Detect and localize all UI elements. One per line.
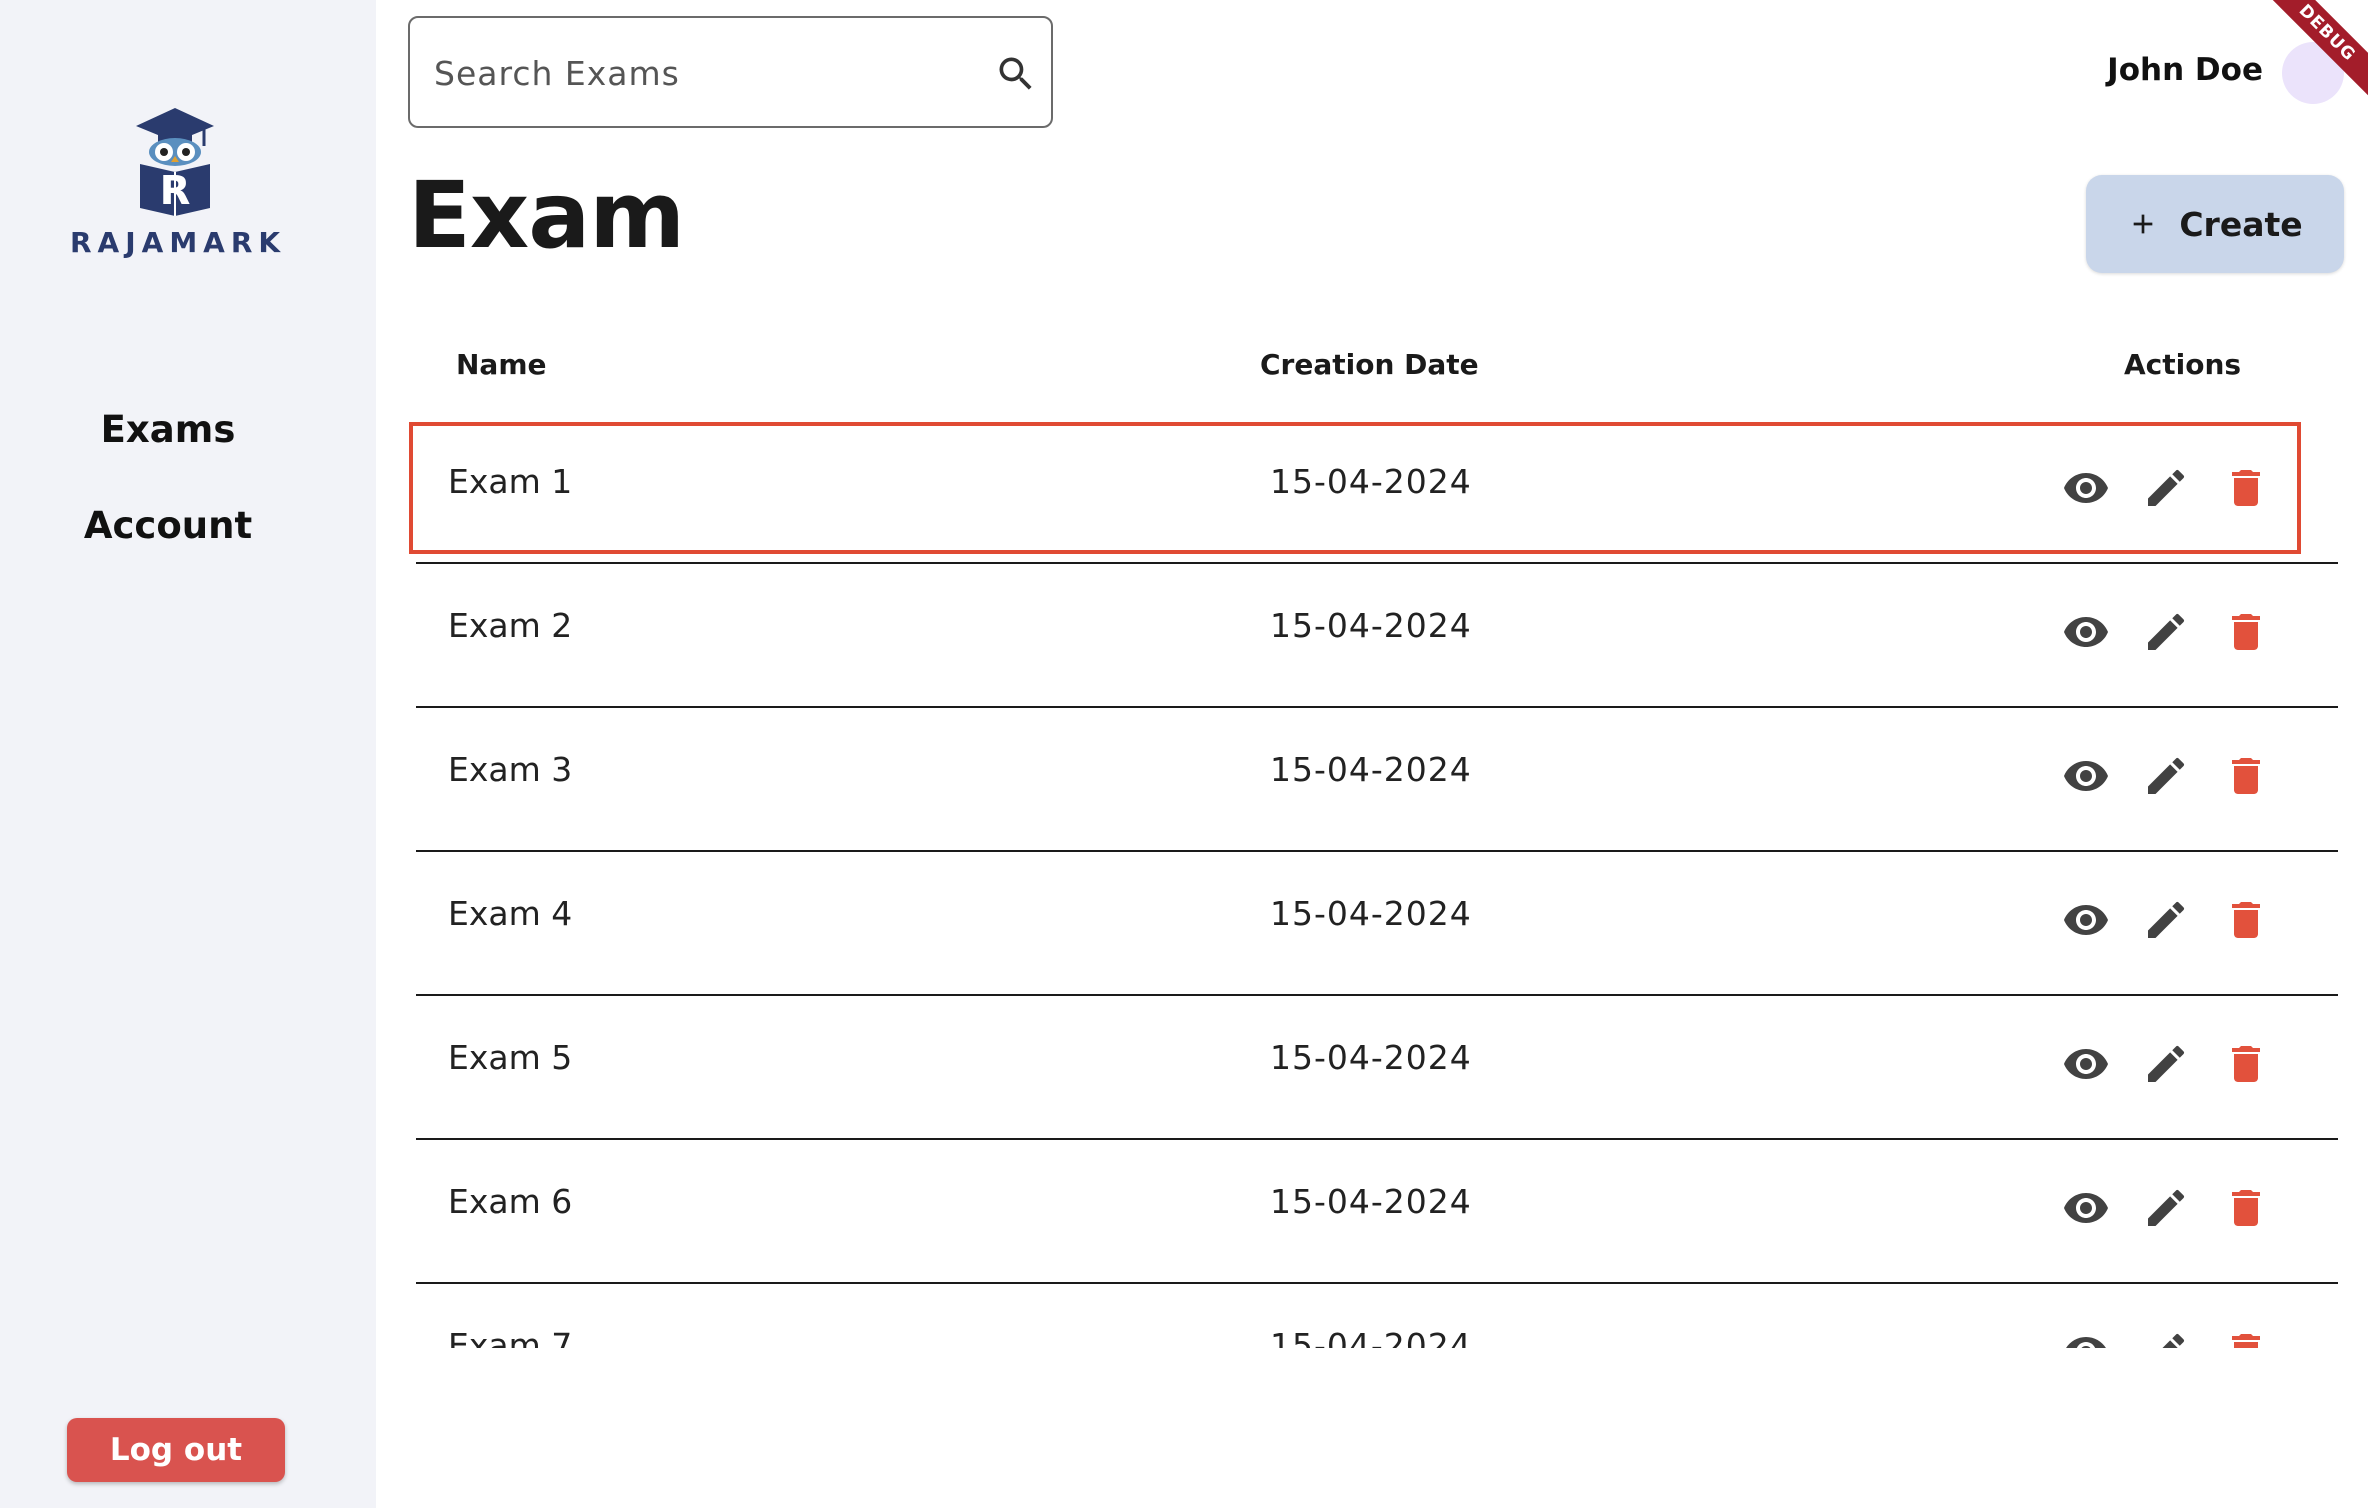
trash-icon[interactable] [2222,608,2270,656]
column-header-name: Name [456,348,547,381]
pencil-icon[interactable] [2142,1040,2190,1088]
brand-name: RAJAMARK [70,226,287,259]
creation-date: 15-04-2024 [1270,1182,1472,1221]
table-row[interactable]: Exam 3 15-04-2024 [408,708,2338,852]
pencil-icon[interactable] [2142,1328,2190,1348]
owl-graduate-icon: R [136,108,214,216]
create-button-label: Create [2179,204,2303,244]
sidebar-item-exams[interactable]: Exams [0,408,336,451]
exam-name: Exam 1 [448,462,573,501]
creation-date: 15-04-2024 [1270,894,1472,933]
table-row[interactable]: Exam 4 15-04-2024 [408,852,2338,996]
pencil-icon[interactable] [2142,608,2190,656]
creation-date: 15-04-2024 [1270,462,1472,501]
exam-name: Exam 5 [448,1038,573,1077]
column-header-actions: Actions [2124,348,2242,381]
pencil-icon[interactable] [2142,896,2190,944]
brand-logo: R RAJAMARK [70,104,280,264]
plus-icon [2134,214,2153,234]
logout-button[interactable]: Log out [67,1418,285,1482]
eye-icon[interactable] [2062,1184,2110,1232]
creation-date: 15-04-2024 [1270,750,1472,789]
creation-date: 15-04-2024 [1270,606,1472,645]
sidebar: R RAJAMARK Exams Account Log out [0,0,376,1508]
user-name[interactable]: John Doe [2107,52,2263,88]
create-button[interactable]: Create [2086,175,2344,273]
pencil-icon[interactable] [2142,464,2190,512]
trash-icon[interactable] [2222,1328,2270,1348]
pencil-icon[interactable] [2142,752,2190,800]
trash-icon[interactable] [2222,464,2270,512]
table-row[interactable]: Exam 6 15-04-2024 [408,1140,2338,1284]
page-title: Exam [408,162,685,269]
table-row[interactable]: Exam 7 15-04-2024 [408,1284,2338,1348]
eye-icon[interactable] [2062,752,2110,800]
search-box [408,16,1053,128]
search-input[interactable] [434,48,954,98]
eye-icon[interactable] [2062,1328,2110,1348]
sidebar-item-account[interactable]: Account [0,504,336,547]
search-icon[interactable] [994,52,1038,96]
pencil-icon[interactable] [2142,1184,2190,1232]
eye-icon[interactable] [2062,1040,2110,1088]
trash-icon[interactable] [2222,896,2270,944]
exam-table: Exam 1 15-04-2024 Exam 2 15-04-2024 Exam… [408,420,2338,1348]
trash-icon[interactable] [2222,752,2270,800]
column-header-creation-date: Creation Date [1260,348,1479,381]
creation-date: 15-04-2024 [1270,1038,1472,1077]
trash-icon[interactable] [2222,1040,2270,1088]
trash-icon[interactable] [2222,1184,2270,1232]
exam-name: Exam 6 [448,1182,573,1221]
eye-icon[interactable] [2062,896,2110,944]
exam-name: Exam 3 [448,750,573,789]
svg-text:R: R [160,168,191,214]
creation-date: 15-04-2024 [1270,1326,1472,1348]
eye-icon[interactable] [2062,608,2110,656]
table-row[interactable]: Exam 5 15-04-2024 [408,996,2338,1140]
exam-name: Exam 4 [448,894,573,933]
exam-name: Exam 7 [448,1326,573,1348]
table-row[interactable]: Exam 1 15-04-2024 [408,420,2338,564]
table-row[interactable]: Exam 2 15-04-2024 [408,564,2338,708]
eye-icon[interactable] [2062,464,2110,512]
exam-name: Exam 2 [448,606,573,645]
logout-button-label: Log out [109,1432,243,1468]
